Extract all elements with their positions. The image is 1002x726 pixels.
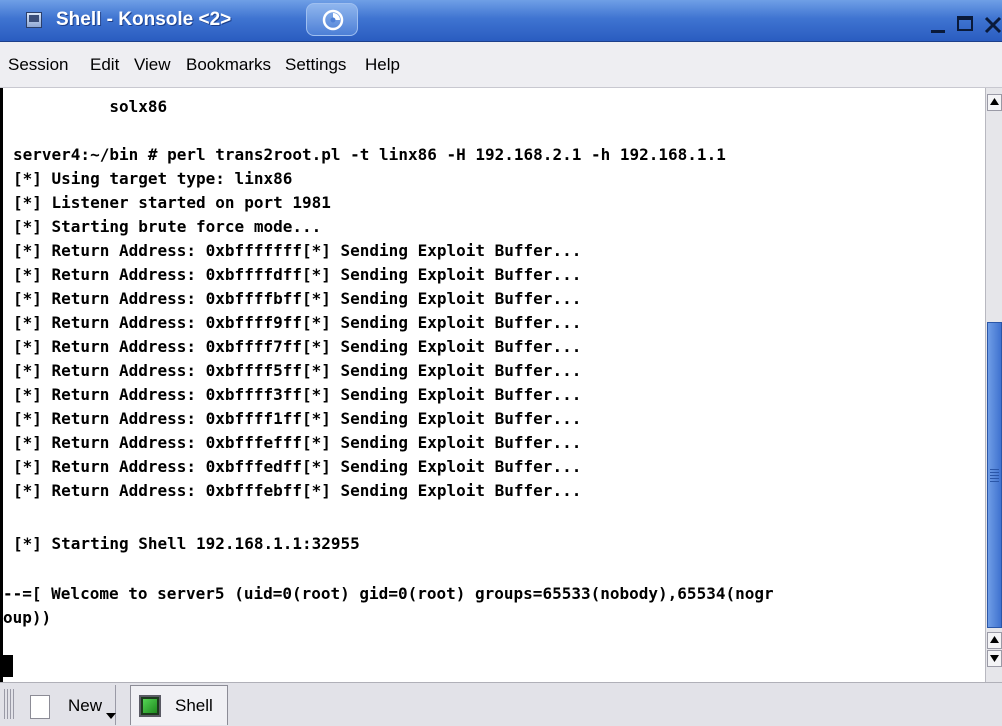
close-button[interactable] [982,14,1002,36]
window-title: Shell - Konsole <2> [56,9,232,30]
menu-session[interactable]: Session [8,55,68,75]
new-tab-label: New [68,696,103,715]
tab-shell-label: Shell [175,696,213,715]
menu-view[interactable]: View [134,55,171,75]
text-cursor [3,655,13,677]
menu-settings[interactable]: Settings [285,55,346,75]
vertical-scrollbar[interactable] [985,88,1002,682]
scroll-down-arrow-icon[interactable] [987,650,1002,667]
menu-edit[interactable]: Edit [90,55,119,75]
minimize-button[interactable] [928,14,950,36]
terminal-line: [*] Return Address: 0xbffff3ff[*] Sendin… [13,385,582,404]
title-bar[interactable]: Shell - Konsole <2> [0,0,1002,42]
terminal-line: solx86 [13,97,168,116]
toolbar-handle[interactable] [4,689,14,719]
terminal-line: [*] Using target type: linx86 [13,169,293,188]
terminal-line: oup)) [3,608,52,627]
terminal-line: [*] Return Address: 0xbfffffff[*] Sendin… [13,241,582,260]
scroll-up-arrow-icon[interactable] [987,632,1002,649]
terminal-line: [*] Return Address: 0xbfffefff[*] Sendin… [13,433,582,452]
tab-bar: New Shell [0,682,1002,726]
terminal-line: [*] Return Address: 0xbffff7ff[*] Sendin… [13,337,582,356]
terminal-line: [*] Return Address: 0xbfffebff[*] Sendin… [13,481,582,500]
terminal-line: --=[ Welcome to server5 (uid=0(root) gid… [3,584,774,603]
terminal-line: [*] Return Address: 0xbffffbff[*] Sendin… [13,289,582,308]
new-document-icon [30,695,50,719]
terminal-line: [*] Return Address: 0xbfffedff[*] Sendin… [13,457,582,476]
terminal-output[interactable]: solx86 server4:~/bin # perl trans2root.p… [0,88,985,682]
suse-swirl-icon[interactable] [306,3,358,36]
terminal-line: [*] Listener started on port 1981 [13,193,331,212]
menu-help[interactable]: Help [365,55,400,75]
new-tab-button[interactable]: New [18,685,116,725]
grip-icon [990,469,999,483]
terminal-line: [*] Return Address: 0xbffff9ff[*] Sendin… [13,313,582,332]
terminal-line: [*] Return Address: 0xbffff1ff[*] Sendin… [13,409,582,428]
scroll-up-arrow-icon[interactable] [987,94,1002,111]
terminal-line: server4:~/bin # perl trans2root.pl -t li… [13,145,726,164]
terminal-line: [*] Starting brute force mode... [13,217,322,236]
maximize-button[interactable] [955,14,977,36]
konsole-icon[interactable] [26,12,42,28]
terminal-line: [*] Starting Shell 192.168.1.1:32955 [13,534,360,553]
tab-shell[interactable]: Shell [130,685,228,725]
menu-bar: Session Edit View Bookmarks Settings Hel… [0,42,1002,88]
menu-bookmarks[interactable]: Bookmarks [186,55,271,75]
terminal-line: [*] Return Address: 0xbffff5ff[*] Sendin… [13,361,582,380]
terminal-line: [*] Return Address: 0xbffffdff[*] Sendin… [13,265,582,284]
terminal-icon [139,695,161,717]
chevron-down-icon[interactable] [106,713,116,719]
scrollbar-thumb[interactable] [987,322,1002,628]
